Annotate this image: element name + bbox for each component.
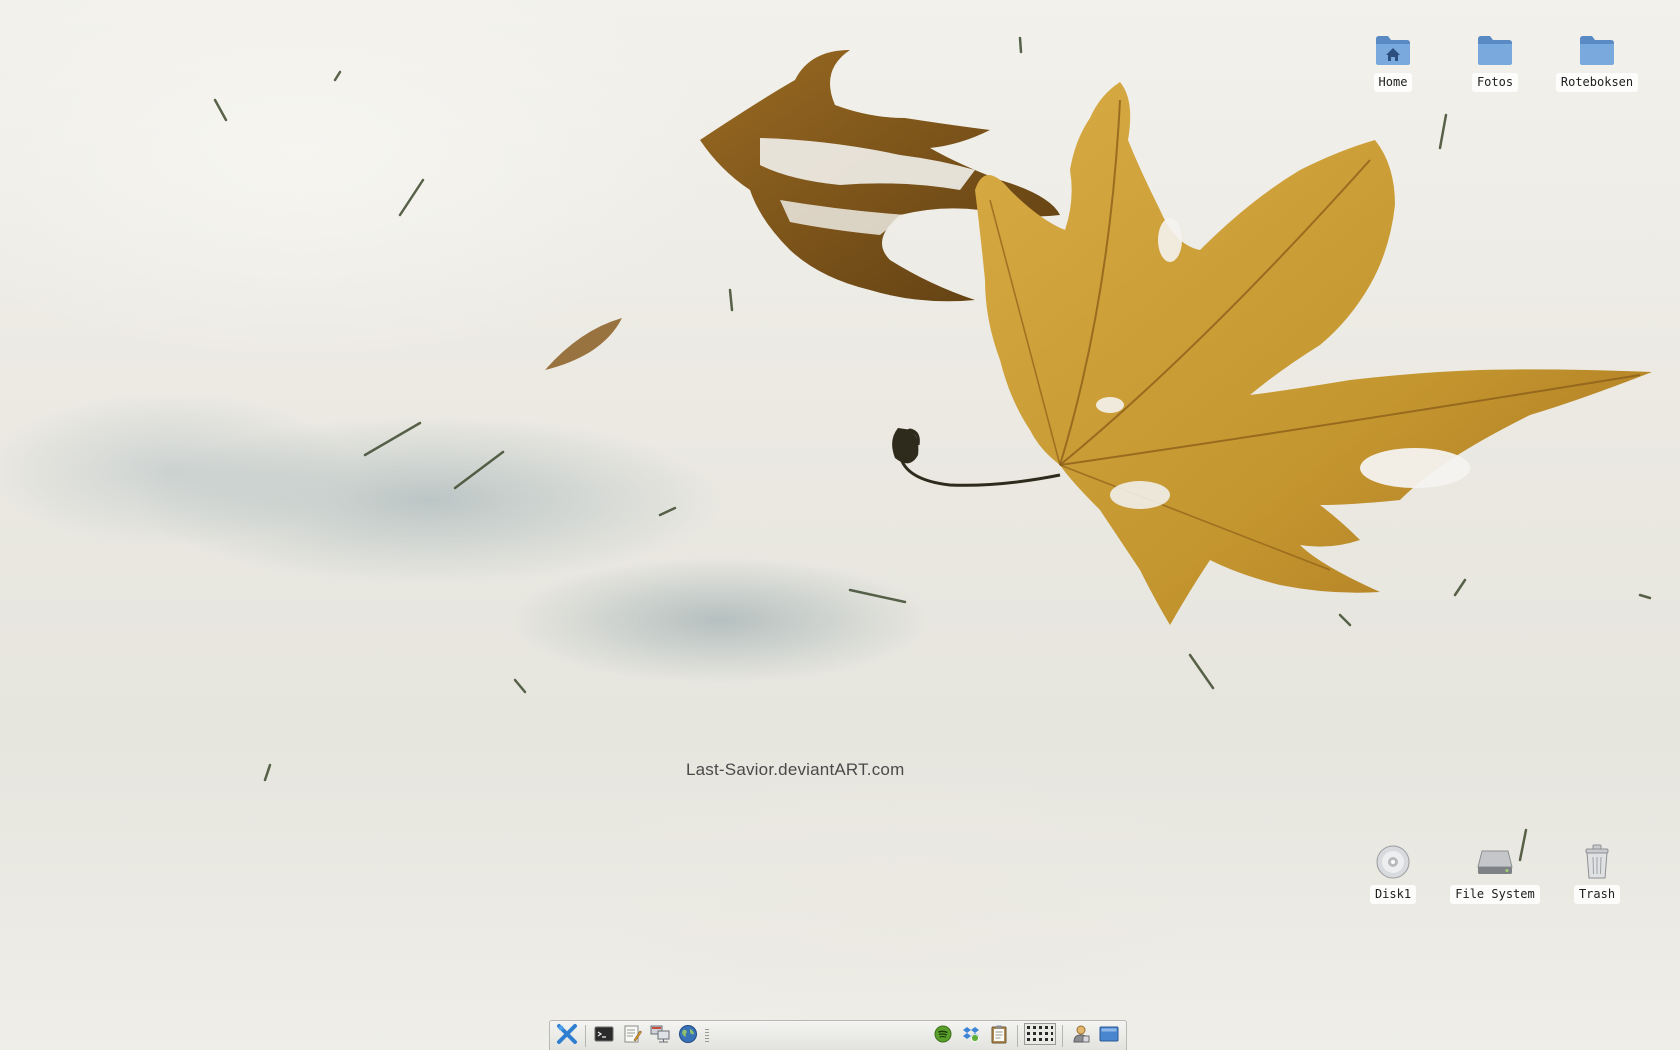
trash-icon <box>1577 842 1617 882</box>
panel-separator <box>1017 1024 1018 1047</box>
network-icon <box>649 1024 671 1048</box>
panel-separator <box>1062 1024 1063 1047</box>
optical-disc-icon <box>1373 842 1413 882</box>
desktop-icon-label: Roteboksen <box>1555 73 1639 92</box>
user-tray[interactable] <box>1068 1023 1094 1049</box>
desktop-icon-roteboksen[interactable]: Roteboksen <box>1549 30 1645 92</box>
dropbox-tray[interactable] <box>958 1023 984 1049</box>
workspace-switcher[interactable] <box>1023 1022 1057 1049</box>
text-editor-launcher[interactable] <box>619 1023 645 1049</box>
clipboard-tray[interactable] <box>986 1023 1012 1049</box>
panel-handle[interactable] <box>705 1028 709 1043</box>
desktop-icon-label: Trash <box>1573 885 1621 904</box>
workspace-switcher-icon <box>1024 1022 1056 1049</box>
desktop-icon-file-system[interactable]: File System <box>1447 842 1543 904</box>
desktop-icon-label: Fotos <box>1471 73 1519 92</box>
desktop-icon-label: File System <box>1450 885 1540 904</box>
show-desktop-button[interactable] <box>1096 1023 1122 1049</box>
desktop-icon-trash[interactable]: Trash <box>1549 842 1645 904</box>
text-editor-icon <box>622 1024 642 1048</box>
desktop-icon-fotos[interactable]: Fotos <box>1447 30 1543 92</box>
desktop-icon-home[interactable]: Home <box>1345 30 1441 92</box>
wallpaper-watermark: Last-Savior.deviantART.com <box>686 760 905 779</box>
desktop[interactable]: Last-Savior.deviantART.com Home Fotos Ro… <box>0 0 1680 1050</box>
panel-separator <box>585 1024 586 1047</box>
bottom-panel <box>549 1020 1127 1050</box>
show-desktop-icon <box>1099 1026 1119 1046</box>
network-launcher[interactable] <box>647 1023 673 1049</box>
desktop-icon-label: Home <box>1373 73 1413 92</box>
web-browser-launcher[interactable] <box>675 1023 701 1049</box>
desktop-icon-label: Disk1 <box>1369 885 1417 904</box>
clipboard-icon <box>990 1024 1008 1048</box>
user-icon <box>1072 1024 1090 1048</box>
terminal-launcher[interactable] <box>591 1023 617 1049</box>
web-browser-icon <box>678 1024 698 1048</box>
xfce-menu-button[interactable] <box>554 1023 580 1049</box>
terminal-icon <box>594 1025 614 1047</box>
desktop-icon-disk1[interactable]: Disk1 <box>1345 842 1441 904</box>
spotify-icon <box>934 1025 952 1047</box>
spotify-tray[interactable] <box>930 1023 956 1049</box>
xfce-menu-icon <box>556 1023 578 1049</box>
hard-drive-icon <box>1475 842 1515 882</box>
dropbox-icon <box>962 1025 980 1047</box>
home-folder-icon <box>1373 30 1413 70</box>
folder-icon <box>1577 30 1617 70</box>
folder-icon <box>1475 30 1515 70</box>
